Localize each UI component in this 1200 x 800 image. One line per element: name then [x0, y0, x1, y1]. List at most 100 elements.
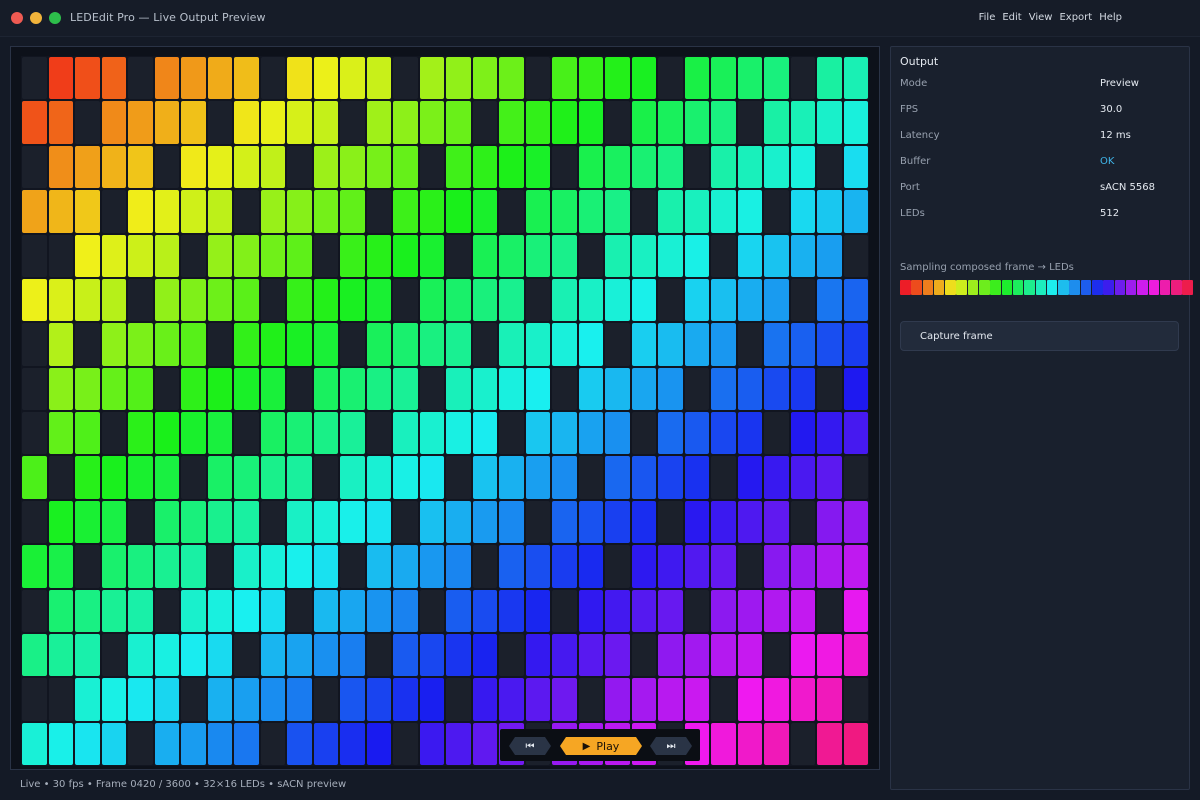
- led-cell[interactable]: [631, 323, 656, 366]
- capture-frame-button[interactable]: Capture frame: [900, 321, 1179, 351]
- led-cell[interactable]: [578, 323, 603, 366]
- led-cell[interactable]: [737, 678, 762, 721]
- led-cell[interactable]: [843, 412, 868, 455]
- led-cell[interactable]: [366, 57, 391, 100]
- led-cell[interactable]: [154, 589, 179, 632]
- led-cell[interactable]: [340, 278, 365, 322]
- led-cell[interactable]: [366, 367, 391, 410]
- led-cell[interactable]: [260, 722, 285, 765]
- led-cell[interactable]: [366, 722, 391, 765]
- led-cell[interactable]: [234, 678, 259, 721]
- led-cell[interactable]: [525, 57, 550, 100]
- led-cell[interactable]: [790, 234, 815, 277]
- led-cell[interactable]: [605, 101, 630, 144]
- led-cell[interactable]: [737, 633, 762, 677]
- led-cell[interactable]: [711, 545, 736, 588]
- led-cell[interactable]: [499, 678, 524, 721]
- led-cell[interactable]: [419, 145, 444, 189]
- led-cell[interactable]: [128, 367, 153, 410]
- led-cell[interactable]: [790, 589, 815, 632]
- led-cell[interactable]: [631, 589, 656, 632]
- led-cell[interactable]: [737, 456, 762, 499]
- led-cell[interactable]: [340, 456, 365, 499]
- led-cell[interactable]: [260, 412, 285, 455]
- led-cell[interactable]: [631, 101, 656, 144]
- led-cell[interactable]: [260, 456, 285, 499]
- led-cell[interactable]: [711, 633, 736, 677]
- led-cell[interactable]: [181, 190, 206, 233]
- led-cell[interactable]: [764, 145, 789, 189]
- led-cell[interactable]: [472, 545, 497, 588]
- led-cell[interactable]: [552, 367, 577, 410]
- led-cell[interactable]: [658, 456, 683, 499]
- led-cell[interactable]: [684, 57, 709, 100]
- led-cell[interactable]: [684, 412, 709, 455]
- led-cell[interactable]: [631, 678, 656, 721]
- led-cell[interactable]: [817, 323, 842, 366]
- led-cell[interactable]: [154, 412, 179, 455]
- led-cell[interactable]: [287, 722, 312, 765]
- led-cell[interactable]: [207, 190, 232, 233]
- led-cell[interactable]: [499, 456, 524, 499]
- led-cell[interactable]: [764, 412, 789, 455]
- led-cell[interactable]: [578, 678, 603, 721]
- led-cell[interactable]: [22, 456, 47, 499]
- led-cell[interactable]: [499, 190, 524, 233]
- led-cell[interactable]: [340, 500, 365, 544]
- led-cell[interactable]: [366, 500, 391, 544]
- led-cell[interactable]: [737, 589, 762, 632]
- led-cell[interactable]: [472, 412, 497, 455]
- led-cell[interactable]: [631, 190, 656, 233]
- led-cell[interactable]: [525, 278, 550, 322]
- led-cell[interactable]: [154, 545, 179, 588]
- led-cell[interactable]: [684, 234, 709, 277]
- led-cell[interactable]: [75, 234, 100, 277]
- led-cell[interactable]: [843, 57, 868, 100]
- led-cell[interactable]: [366, 589, 391, 632]
- led-cell[interactable]: [525, 367, 550, 410]
- led-cell[interactable]: [817, 545, 842, 588]
- led-cell[interactable]: [631, 500, 656, 544]
- led-grid[interactable]: [21, 56, 869, 766]
- led-cell[interactable]: [419, 323, 444, 366]
- led-cell[interactable]: [22, 500, 47, 544]
- led-cell[interactable]: [340, 234, 365, 277]
- led-cell[interactable]: [22, 323, 47, 366]
- led-cell[interactable]: [234, 412, 259, 455]
- led-cell[interactable]: [260, 545, 285, 588]
- led-cell[interactable]: [207, 545, 232, 588]
- led-cell[interactable]: [843, 500, 868, 544]
- led-cell[interactable]: [605, 145, 630, 189]
- led-cell[interactable]: [101, 589, 126, 632]
- led-cell[interactable]: [366, 101, 391, 144]
- led-cell[interactable]: [128, 633, 153, 677]
- led-cell[interactable]: [658, 633, 683, 677]
- maximize-window-button[interactable]: [49, 12, 61, 24]
- led-cell[interactable]: [764, 456, 789, 499]
- led-cell[interactable]: [48, 678, 73, 721]
- led-cell[interactable]: [154, 145, 179, 189]
- led-cell[interactable]: [817, 278, 842, 322]
- led-cell[interactable]: [525, 190, 550, 233]
- led-cell[interactable]: [22, 367, 47, 410]
- led-cell[interactable]: [737, 278, 762, 322]
- led-cell[interactable]: [75, 101, 100, 144]
- led-cell[interactable]: [472, 367, 497, 410]
- led-cell[interactable]: [711, 367, 736, 410]
- led-cell[interactable]: [843, 190, 868, 233]
- led-cell[interactable]: [711, 456, 736, 499]
- led-cell[interactable]: [578, 101, 603, 144]
- play-button[interactable]: ▶ Play: [560, 737, 642, 755]
- led-cell[interactable]: [340, 589, 365, 632]
- led-cell[interactable]: [234, 190, 259, 233]
- led-cell[interactable]: [313, 678, 338, 721]
- led-cell[interactable]: [48, 367, 73, 410]
- led-cell[interactable]: [605, 367, 630, 410]
- led-cell[interactable]: [472, 57, 497, 100]
- led-cell[interactable]: [340, 323, 365, 366]
- minimize-window-button[interactable]: [30, 12, 42, 24]
- led-cell[interactable]: [22, 633, 47, 677]
- led-cell[interactable]: [181, 323, 206, 366]
- led-cell[interactable]: [605, 278, 630, 322]
- led-cell[interactable]: [552, 278, 577, 322]
